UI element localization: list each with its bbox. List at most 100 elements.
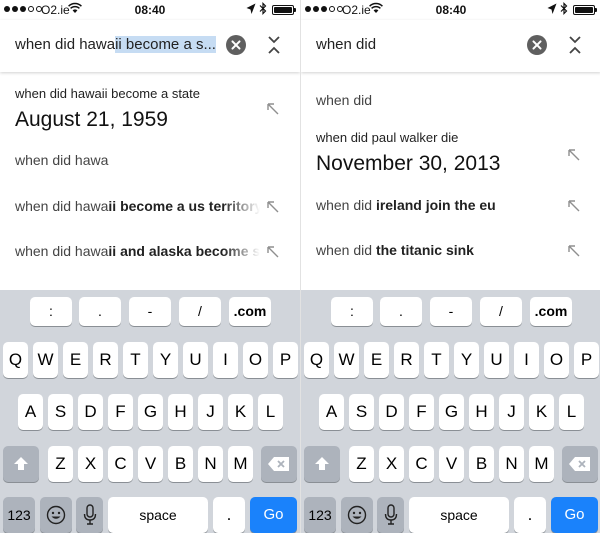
- suggestion-item[interactable]: when did hawaii and alaska become states: [15, 243, 260, 259]
- go-key[interactable]: Go: [250, 497, 297, 533]
- key-p[interactable]: P: [574, 342, 599, 378]
- key-dotcom[interactable]: .com: [229, 297, 271, 326]
- key-r[interactable]: R: [394, 342, 419, 378]
- key-period[interactable]: .: [514, 497, 546, 533]
- key-colon[interactable]: :: [30, 297, 72, 326]
- key-k[interactable]: K: [228, 394, 253, 430]
- key-j[interactable]: J: [198, 394, 223, 430]
- key-dot[interactable]: .: [380, 297, 422, 326]
- key-g[interactable]: G: [439, 394, 464, 430]
- key-slash[interactable]: /: [179, 297, 221, 326]
- key-w[interactable]: W: [334, 342, 359, 378]
- fill-query-arrow-icon[interactable]: [266, 245, 280, 259]
- key-y[interactable]: Y: [153, 342, 178, 378]
- key-dotcom[interactable]: .com: [530, 297, 572, 326]
- key-v[interactable]: V: [439, 446, 464, 482]
- suggestion-item[interactable]: when did the titanic sink: [316, 242, 561, 258]
- key-e[interactable]: E: [364, 342, 389, 378]
- collapse-icon[interactable]: [565, 34, 585, 56]
- key-z[interactable]: Z: [349, 446, 374, 482]
- key-q[interactable]: Q: [304, 342, 329, 378]
- key-s[interactable]: S: [48, 394, 73, 430]
- key-o[interactable]: O: [243, 342, 268, 378]
- shift-key[interactable]: [304, 446, 340, 482]
- key-p[interactable]: P: [273, 342, 298, 378]
- key-slash[interactable]: /: [480, 297, 522, 326]
- search-input[interactable]: when did: [316, 36, 521, 56]
- key-dash[interactable]: -: [129, 297, 171, 326]
- bluetooth-icon: [560, 2, 568, 15]
- key-w[interactable]: W: [33, 342, 58, 378]
- key-c[interactable]: C: [409, 446, 434, 482]
- status-bar: O2.ie 08:40: [301, 0, 600, 20]
- key-s[interactable]: S: [349, 394, 374, 430]
- suggestion-item[interactable]: when did: [316, 92, 561, 108]
- suggestion-item[interactable]: when did hawaii become a us territory: [15, 198, 260, 214]
- key-period[interactable]: .: [213, 497, 245, 533]
- key-i[interactable]: I: [213, 342, 238, 378]
- key-b[interactable]: B: [469, 446, 494, 482]
- key-v[interactable]: V: [138, 446, 163, 482]
- clear-search-icon[interactable]: [226, 35, 246, 55]
- key-m[interactable]: M: [228, 446, 253, 482]
- key-e[interactable]: E: [63, 342, 88, 378]
- go-key[interactable]: Go: [551, 497, 598, 533]
- key-x[interactable]: X: [379, 446, 404, 482]
- key-a[interactable]: A: [319, 394, 344, 430]
- key-d[interactable]: D: [78, 394, 103, 430]
- key-k[interactable]: K: [529, 394, 554, 430]
- key-m[interactable]: M: [529, 446, 554, 482]
- fill-query-arrow-icon[interactable]: [567, 148, 581, 162]
- key-f[interactable]: F: [409, 394, 434, 430]
- delete-key[interactable]: [261, 446, 297, 482]
- key-u[interactable]: U: [183, 342, 208, 378]
- key-dot[interactable]: .: [79, 297, 121, 326]
- emoji-key[interactable]: [341, 497, 373, 533]
- key-j[interactable]: J: [499, 394, 524, 430]
- key-d[interactable]: D: [379, 394, 404, 430]
- space-key[interactable]: space: [409, 497, 509, 533]
- key-h[interactable]: H: [469, 394, 494, 430]
- microphone-key[interactable]: [377, 497, 404, 533]
- numbers-key[interactable]: 123: [3, 497, 35, 533]
- key-u[interactable]: U: [484, 342, 509, 378]
- suggestion-item[interactable]: when did hawa: [15, 152, 260, 168]
- collapse-icon[interactable]: [264, 34, 284, 56]
- key-o[interactable]: O: [544, 342, 569, 378]
- numbers-key[interactable]: 123: [304, 497, 336, 533]
- status-bar: O2.ie 08:40: [0, 0, 300, 20]
- fill-query-arrow-icon[interactable]: [567, 199, 581, 213]
- key-x[interactable]: X: [78, 446, 103, 482]
- fill-query-arrow-icon[interactable]: [266, 102, 280, 116]
- key-l[interactable]: L: [258, 394, 283, 430]
- key-q[interactable]: Q: [3, 342, 28, 378]
- suggestion-item[interactable]: when did ireland join the eu: [316, 197, 561, 213]
- emoji-key[interactable]: [40, 497, 72, 533]
- key-l[interactable]: L: [559, 394, 584, 430]
- key-a[interactable]: A: [18, 394, 43, 430]
- clear-search-icon[interactable]: [527, 35, 547, 55]
- key-t[interactable]: T: [123, 342, 148, 378]
- key-i[interactable]: I: [514, 342, 539, 378]
- key-z[interactable]: Z: [48, 446, 73, 482]
- microphone-key[interactable]: [76, 497, 103, 533]
- search-input[interactable]: when did hawaii become a s...: [15, 36, 220, 56]
- key-dash[interactable]: -: [430, 297, 472, 326]
- key-r[interactable]: R: [93, 342, 118, 378]
- fill-query-arrow-icon[interactable]: [567, 244, 581, 258]
- fill-query-arrow-icon[interactable]: [266, 200, 280, 214]
- key-n[interactable]: N: [499, 446, 524, 482]
- key-y[interactable]: Y: [454, 342, 479, 378]
- key-b[interactable]: B: [168, 446, 193, 482]
- key-f[interactable]: F: [108, 394, 133, 430]
- space-key[interactable]: space: [108, 497, 208, 533]
- key-h[interactable]: H: [168, 394, 193, 430]
- key-t[interactable]: T: [424, 342, 449, 378]
- delete-key[interactable]: [562, 446, 598, 482]
- answer-question: when did paul walker die: [316, 130, 459, 145]
- key-g[interactable]: G: [138, 394, 163, 430]
- key-n[interactable]: N: [198, 446, 223, 482]
- key-c[interactable]: C: [108, 446, 133, 482]
- key-colon[interactable]: :: [331, 297, 373, 326]
- shift-key[interactable]: [3, 446, 39, 482]
